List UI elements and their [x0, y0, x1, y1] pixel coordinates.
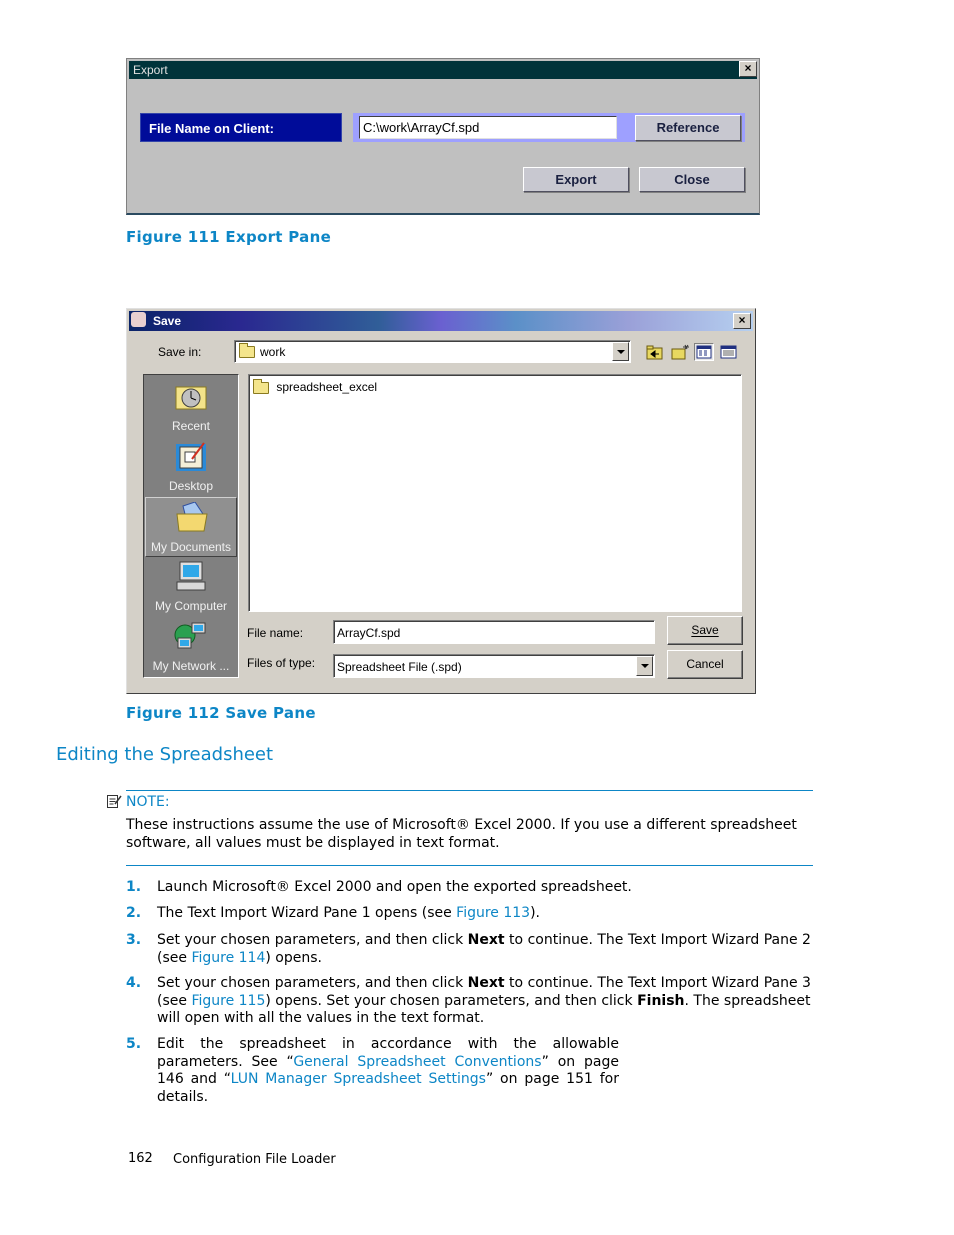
- finish-bold: Finish: [637, 992, 685, 1009]
- chapter-title: Configuration File Loader: [173, 1152, 336, 1167]
- figure-111-caption: Figure 111 Export Pane: [126, 228, 332, 246]
- file-list[interactable]: spreadsheet_excel: [248, 374, 742, 612]
- note-bottom-rule: [126, 865, 813, 866]
- list-view-icon[interactable]: [694, 343, 714, 361]
- note-top-rule: [126, 790, 813, 791]
- step-text: ) opens.: [265, 949, 322, 966]
- file-name-on-client-label: File Name on Client:: [140, 113, 342, 142]
- step-text: Set your chosen parameters, and then cli…: [157, 932, 468, 948]
- step-text: ).: [530, 905, 541, 921]
- place-my-documents[interactable]: My Documents: [145, 497, 237, 557]
- note-text: These instructions assume the use of Mic…: [126, 817, 797, 851]
- close-button[interactable]: Close: [639, 167, 745, 192]
- files-of-type-value: Spreadsheet File (.spd): [337, 660, 462, 674]
- export-close-icon[interactable]: ×: [739, 61, 757, 77]
- export-title: Export: [133, 63, 168, 77]
- cancel-button[interactable]: Cancel: [667, 650, 743, 679]
- figure-115-link[interactable]: Figure 115: [191, 993, 265, 1009]
- note-icon: [106, 793, 122, 809]
- step-text: ) opens. Set your chosen parameters, and…: [265, 992, 638, 1009]
- place-label: Desktop: [168, 479, 214, 493]
- place-label: My Network ...: [152, 659, 230, 673]
- save-title-bar: Save: [129, 311, 753, 331]
- folder-icon: [253, 378, 269, 394]
- create-new-folder-icon[interactable]: [670, 343, 690, 361]
- file-name-label: File name:: [247, 626, 304, 640]
- save-close-icon[interactable]: ×: [733, 313, 751, 329]
- my-network-icon: [174, 622, 206, 649]
- save-button-label: Save: [691, 623, 719, 637]
- step-1-text: Launch Microsoft® Excel 2000 and open th…: [157, 879, 632, 895]
- save-in-label: Save in:: [158, 345, 202, 359]
- files-of-type-combo[interactable]: Spreadsheet File (.spd): [333, 654, 655, 678]
- place-label: Recent: [171, 419, 211, 433]
- figure-113-link[interactable]: Figure 113: [456, 905, 530, 921]
- save-button[interactable]: Save: [667, 616, 743, 645]
- save-in-value: work: [260, 345, 286, 359]
- section-heading: Editing the Spreadsheet: [56, 744, 274, 765]
- file-name-on-client-input[interactable]: C:\work\ArrayCf.spd: [359, 116, 617, 139]
- general-spreadsheet-conventions-link[interactable]: General Spreadsheet Conventions: [293, 1054, 541, 1070]
- figure-114-link[interactable]: Figure 114: [191, 950, 265, 966]
- next-bold: Next: [467, 932, 505, 948]
- page-number: 162: [128, 1151, 153, 1166]
- save-in-dropdown-arrow-icon[interactable]: [612, 342, 629, 361]
- export-button[interactable]: Export: [523, 167, 629, 192]
- step-text: The Text Import Wizard Pane 1 opens (see: [157, 905, 457, 921]
- my-computer-icon: [176, 561, 206, 591]
- place-recent[interactable]: Recent: [145, 377, 237, 437]
- place-desktop[interactable]: Desktop: [145, 437, 237, 497]
- desktop-icon: [176, 442, 206, 471]
- figure-112-caption: Figure 112 Save Pane: [126, 704, 316, 722]
- step-5-text: Edit the spreadsheet in accordance with …: [157, 1036, 619, 1106]
- step-number: 4.: [126, 975, 142, 991]
- file-name-input[interactable]: ArrayCf.spd: [333, 620, 655, 644]
- files-of-type-dropdown-arrow-icon[interactable]: [636, 656, 653, 676]
- step-3-text: Set your chosen parameters, and then cli…: [157, 932, 817, 967]
- step-2-text: The Text Import Wizard Pane 1 opens (see…: [157, 905, 817, 923]
- place-my-network[interactable]: My Network ...: [145, 617, 237, 677]
- save-dialog: Save × Save in: work Recent Desktop My D…: [126, 308, 756, 694]
- step-4-text: Set your chosen parameters, and then cli…: [157, 975, 817, 1028]
- export-dialog: Export × File Name on Client: C:\work\Ar…: [126, 58, 760, 215]
- save-in-combo[interactable]: work: [234, 340, 631, 363]
- place-label: My Documents: [150, 540, 232, 554]
- my-documents-icon: [176, 502, 208, 532]
- step-number: 3.: [126, 932, 142, 948]
- file-name: spreadsheet_excel: [276, 380, 378, 394]
- step-number: 1.: [126, 879, 142, 895]
- java-app-icon: [131, 312, 146, 327]
- step-number: 5.: [126, 1036, 142, 1052]
- details-view-icon[interactable]: [719, 343, 739, 361]
- file-list-item[interactable]: spreadsheet_excel: [253, 378, 378, 394]
- step-text: Set your chosen parameters, and then cli…: [157, 975, 468, 991]
- step-number: 2.: [126, 905, 142, 921]
- places-bar: Recent Desktop My Documents My Computer …: [143, 374, 239, 678]
- recent-icon: [175, 386, 207, 410]
- file-name-value: ArrayCf.spd: [337, 626, 401, 640]
- save-title: Save: [153, 314, 182, 328]
- up-one-level-icon[interactable]: [645, 343, 665, 361]
- place-label: My Computer: [154, 599, 228, 613]
- reference-button[interactable]: Reference: [635, 115, 741, 141]
- next-bold: Next: [467, 975, 505, 991]
- files-of-type-label: Files of type:: [247, 656, 316, 670]
- folder-icon: [239, 343, 255, 358]
- export-title-bar: Export: [129, 61, 757, 79]
- note-label: NOTE:: [126, 794, 170, 810]
- place-my-computer[interactable]: My Computer: [145, 557, 237, 617]
- lun-manager-spreadsheet-settings-link[interactable]: LUN Manager Spreadsheet Settings: [231, 1071, 486, 1087]
